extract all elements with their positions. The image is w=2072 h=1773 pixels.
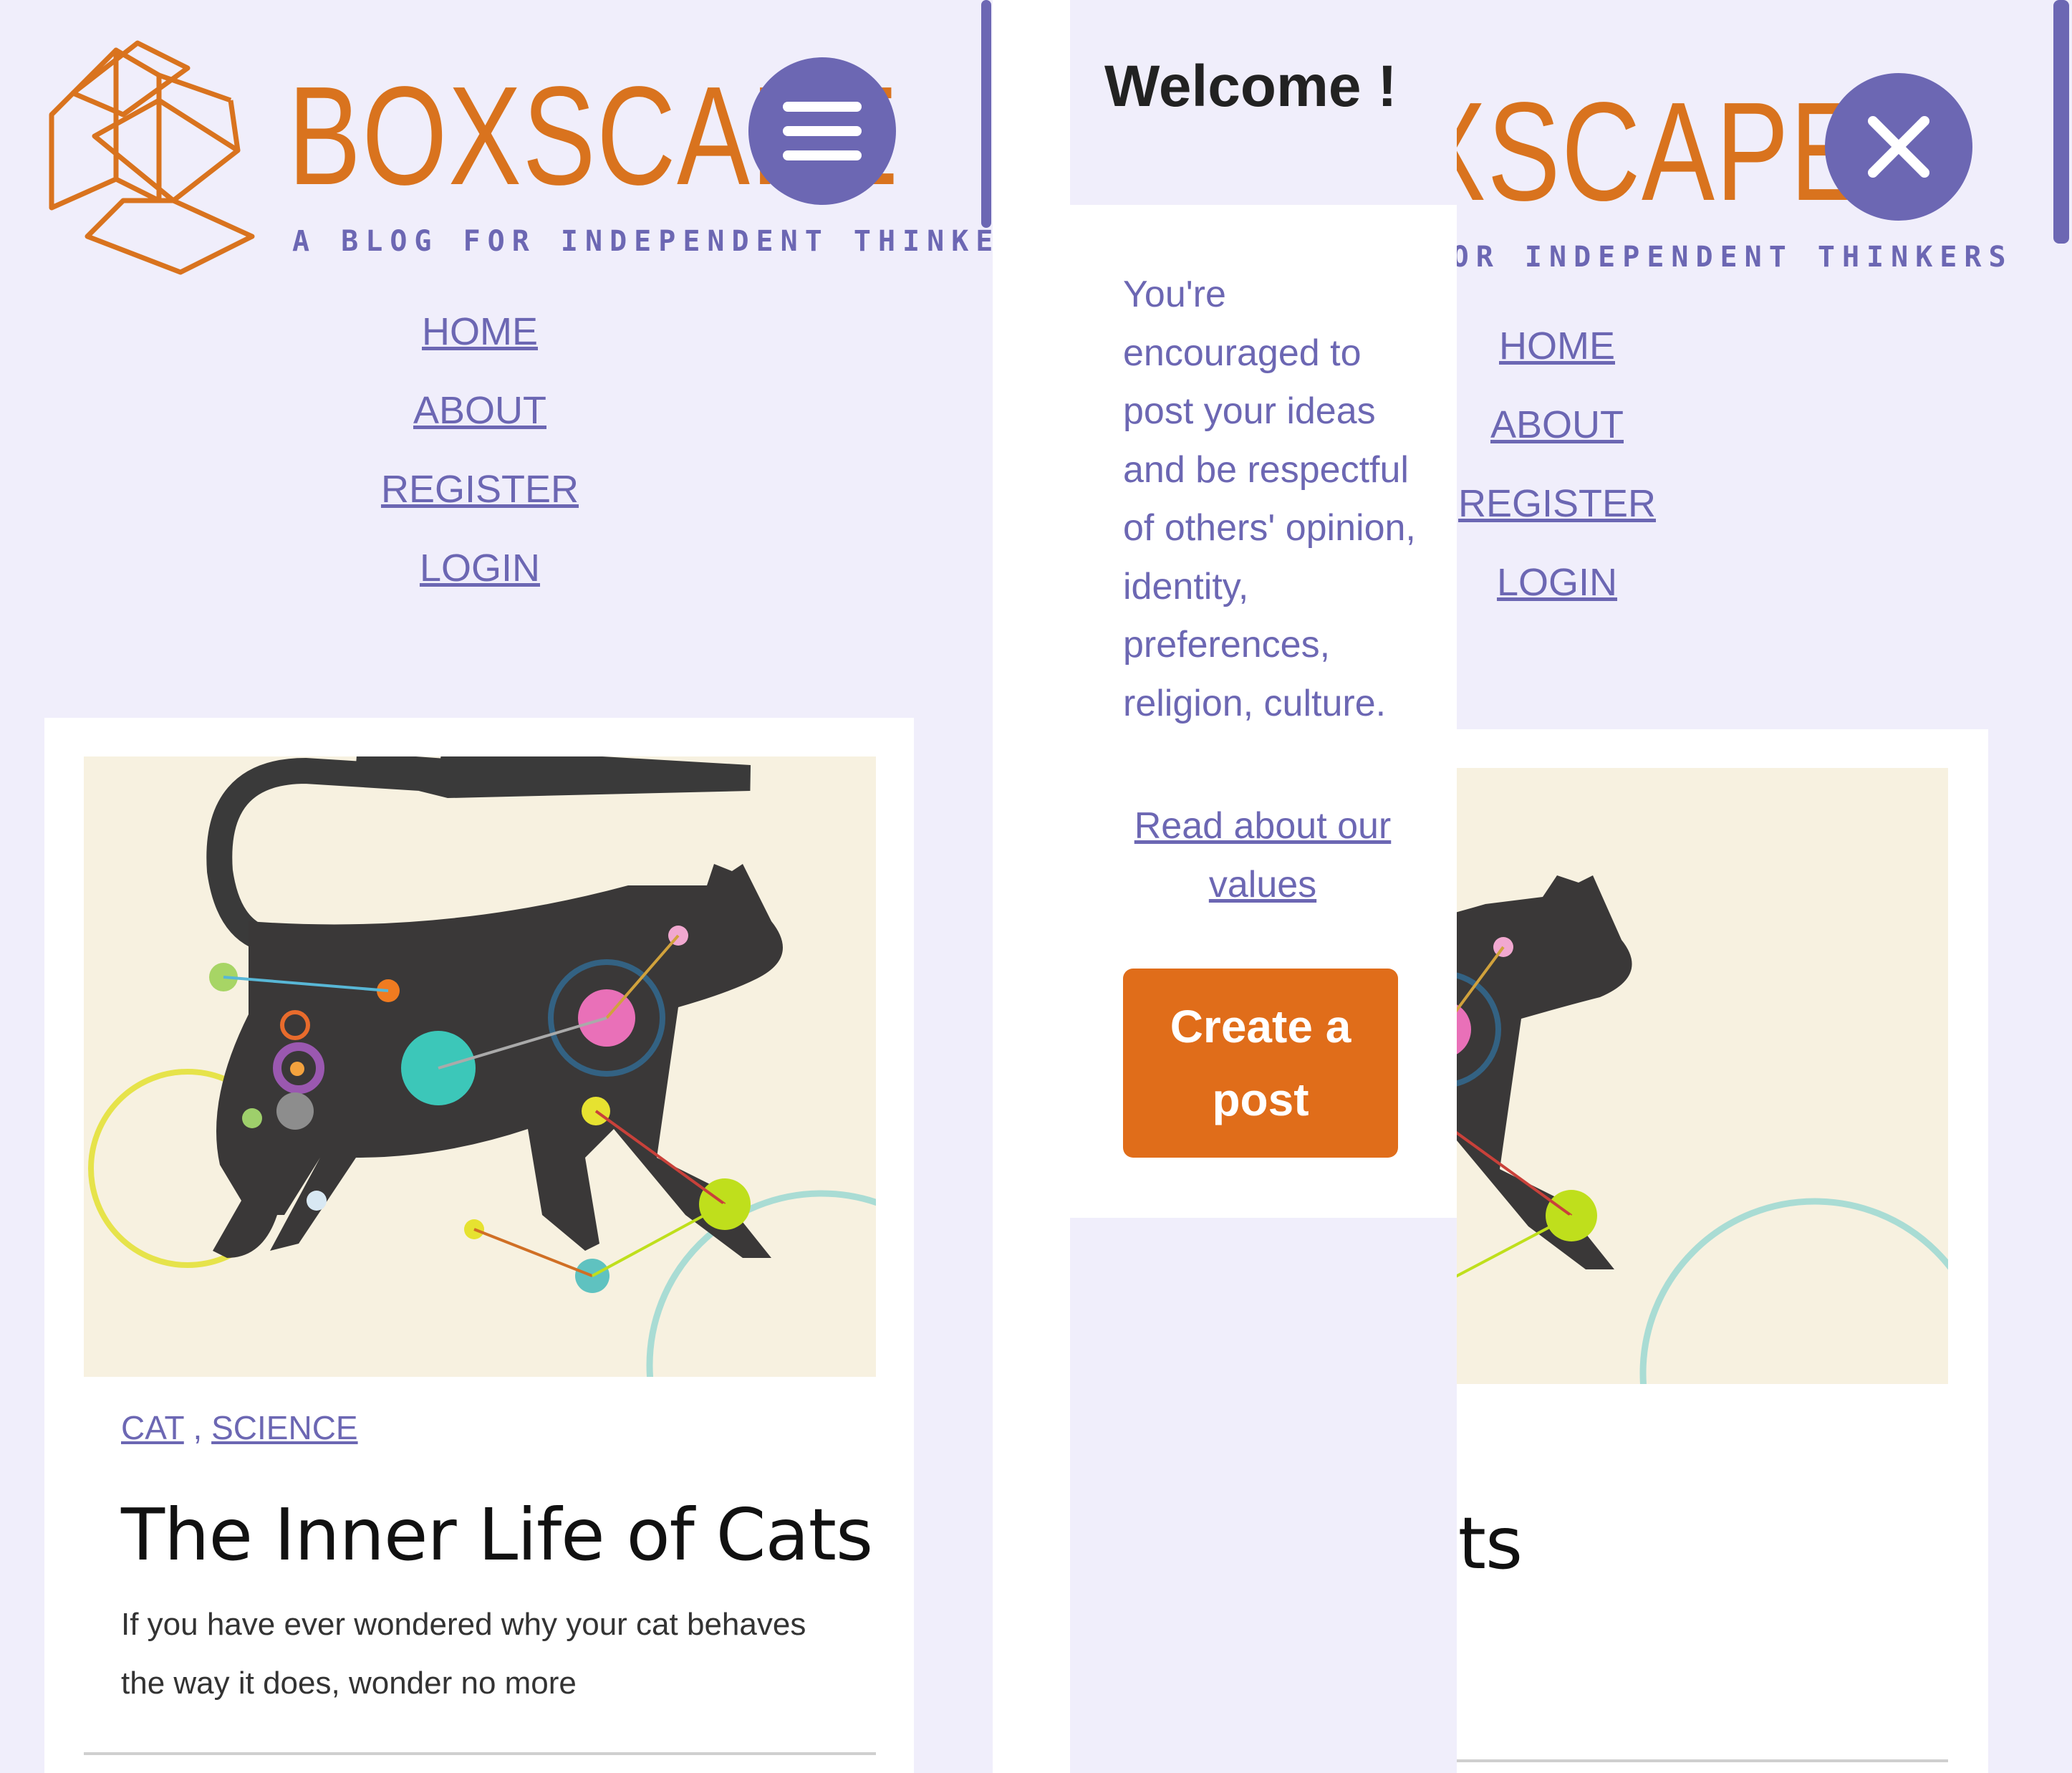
menu-button[interactable] (748, 57, 896, 205)
drawer-message: You're encouraged to post your ideas and… (1123, 274, 1416, 724)
hamburger-menu-icon (783, 102, 862, 160)
nav-register[interactable]: REGISTER (265, 450, 695, 529)
drawer-title: Welcome ! (1104, 54, 1397, 119)
post-categories: CAT , SCIENCE (121, 1408, 358, 1447)
create-post-button[interactable]: Create a post (1123, 969, 1398, 1158)
values-link[interactable]: Read about our values (1123, 797, 1402, 914)
post-excerpt: If you have ever wondered why your cat b… (121, 1607, 806, 1701)
post-image[interactable] (84, 756, 876, 1377)
main-nav: HOME ABOUT REGISTER LOGIN (265, 292, 695, 607)
screen-menu-open: BOXSCAPE A BLOG FOR INDEPENDENT THINKERS… (1070, 0, 2072, 1773)
screen-menu-closed: BOXSCAPE A BLOG FOR INDEPENDENT THINKERS… (0, 0, 993, 1773)
category-cat[interactable]: CAT (121, 1409, 184, 1446)
category-science[interactable]: SCIENCE (211, 1409, 357, 1446)
close-menu-button[interactable] (1825, 73, 1972, 221)
scrollbar[interactable] (981, 0, 991, 228)
drawer-body: You're encouraged to post your ideas and… (1070, 205, 1457, 1218)
nav-home[interactable]: HOME (265, 292, 695, 371)
cat-illustration (88, 756, 876, 1377)
welcome-drawer: Welcome ! You're encouraged to post your… (1070, 0, 1457, 1773)
close-icon (1868, 116, 1929, 178)
card-divider (84, 1752, 876, 1755)
nav-login[interactable]: LOGIN (265, 529, 695, 607)
box-logo-icon[interactable] (44, 36, 259, 279)
nav-about[interactable]: ABOUT (265, 371, 695, 450)
site-header: BOXSCAPE A BLOG FOR INDEPENDENT THINKERS (44, 36, 993, 279)
drawer-header: Welcome ! (1070, 0, 1457, 205)
tagline: A BLOG FOR INDEPENDENT THINKERS (292, 225, 993, 258)
category-separator: , (193, 1409, 203, 1446)
post-title[interactable]: The Inner Life of Cats (121, 1493, 873, 1577)
post-card[interactable]: CAT , SCIENCE The Inner Life of Cats If … (44, 718, 914, 1773)
